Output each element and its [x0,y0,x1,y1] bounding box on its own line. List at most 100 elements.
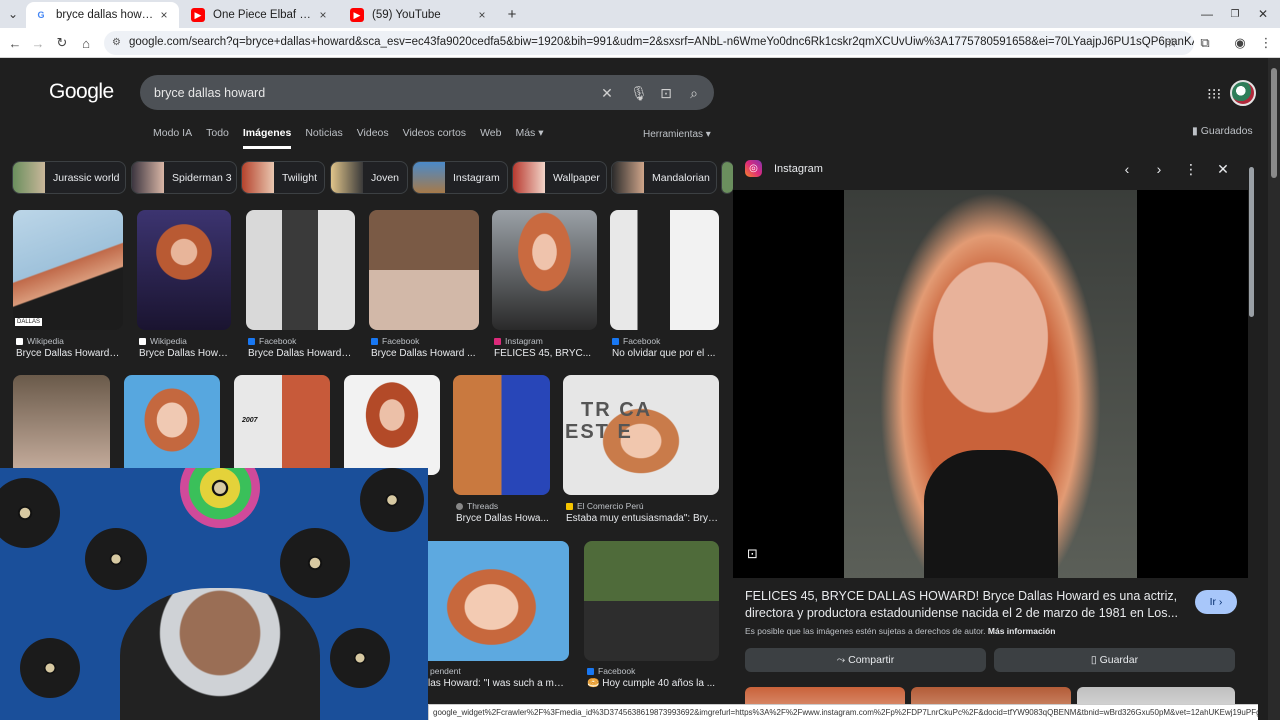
close-panel-icon[interactable]: ✕ [1214,160,1232,178]
tab-google-search[interactable]: G bryce dallas howard - Buscar co × [26,2,179,28]
close-tab-icon[interactable]: × [157,8,171,22]
chip-wallpaper[interactable]: Wallpaper [512,161,607,194]
result-title[interactable]: 🥯 Hoy cumple 40 años la ... [587,678,719,689]
result-image[interactable] [246,210,355,330]
panel-source[interactable]: Instagram [774,163,823,175]
bookmark-star-icon[interactable]: ☆ [1163,34,1181,52]
chip-instagram[interactable]: Instagram [412,161,508,194]
chip-jurassic-world[interactable]: Jurassic world [12,161,126,194]
scroll-thumb[interactable] [1271,68,1277,178]
vinyl-record-decoration [330,628,390,688]
tab-todo[interactable]: Todo [206,127,229,149]
clear-icon[interactable]: ✕ [598,84,616,102]
chip-label: Jurassic world [53,171,120,184]
visit-button[interactable]: Ir › [1195,590,1237,614]
result-title[interactable]: FELICES 45, BRYC... [494,348,594,359]
result-image[interactable] [344,375,440,475]
chip-label: Wallpaper [553,171,600,184]
tab-videos[interactable]: Videos [357,127,389,149]
result-image[interactable]: TR CA EST E [563,375,719,495]
panel-scrollbar[interactable] [1248,152,1256,720]
source-label: Wikipedia [150,336,187,346]
result-image[interactable] [137,210,231,330]
restore-icon[interactable]: ❐ [1226,5,1244,23]
result-image[interactable] [428,541,569,661]
new-tab-button[interactable]: + [503,5,521,23]
extensions-icon[interactable]: ⧉ [1196,34,1214,52]
account-avatar[interactable] [1230,80,1256,106]
black-top [924,450,1058,578]
reload-icon[interactable]: ↻ [53,34,71,52]
result-image[interactable] [13,375,110,475]
result-image[interactable] [453,375,550,495]
result-title[interactable]: Bryce Dallas Howa... [139,348,231,359]
more-info-link[interactable]: Más información [988,626,1056,636]
result-image[interactable] [124,375,220,475]
more-options-icon[interactable]: ⋮ [1182,160,1200,178]
previous-icon[interactable]: ‹ [1118,160,1136,178]
chip-twilight[interactable]: Twilight [241,161,325,194]
chip-overflow[interactable] [721,161,733,194]
saved-button[interactable]: ▮ Guardados [1192,125,1253,137]
result-image[interactable] [584,541,719,661]
result-image[interactable]: DALLAS [13,210,123,330]
back-icon[interactable]: ← [6,34,24,52]
chip-thumbnail [612,162,644,193]
chip-spiderman-3[interactable]: Spiderman 3 [131,161,237,194]
tab-web[interactable]: Web [480,127,501,149]
tab-imagenes[interactable]: Imágenes [242,127,292,149]
tab-mas[interactable]: Más ▾ [515,127,543,149]
home-icon[interactable]: ⌂ [77,34,95,52]
tab-videos-cortos[interactable]: Videos cortos [403,127,466,149]
vinyl-record-decoration [20,638,80,698]
panel-scroll-thumb[interactable] [1249,167,1254,317]
result-image[interactable] [492,210,597,330]
result-title[interactable]: Bryce Dallas Howard ... [16,348,120,359]
tab-search-icon[interactable]: ⌄ [4,5,22,23]
search-icon[interactable]: ⌕ [685,84,703,102]
lens-search-icon[interactable]: ⊡ [747,546,763,562]
preview-title[interactable]: FELICES 45, BRYCE DALLAS HOWARD! Bryce D… [745,588,1185,622]
close-tab-icon[interactable]: × [475,8,489,22]
close-tab-icon[interactable]: × [316,8,330,22]
forward-icon[interactable]: → [29,34,47,52]
result-image[interactable]: 2007 [234,375,330,475]
search-box: ✕ 🎙 ⊡ ⌕ [140,75,714,110]
tools-button[interactable]: Herramientas ▾ [643,129,711,140]
google-logo[interactable]: Google [49,80,114,104]
microphone-icon[interactable]: 🎙 [630,84,648,102]
result-title[interactable]: Estaba muy entusiasmada": Bryc... [566,513,718,524]
profile-icon[interactable]: ◉ [1231,34,1249,52]
result-title[interactable]: Bryce Dallas Howard ... [248,348,352,359]
result-image[interactable] [369,210,479,330]
lens-camera-icon[interactable]: ⊡ [657,84,675,102]
next-icon[interactable]: › [1150,160,1168,178]
result-image[interactable] [610,210,719,330]
tab-title: bryce dallas howard - Buscar co [56,9,157,21]
menu-kebab-icon[interactable]: ⋮ [1257,34,1275,52]
chip-joven[interactable]: Joven [330,161,408,194]
tab-modo-ia[interactable]: Modo IA [153,127,192,149]
chip-thumbnail [722,162,733,193]
tab-noticias[interactable]: Noticias [305,127,342,149]
chip-mandalorian[interactable]: Mandalorian [611,161,717,194]
share-button[interactable]: ⤳ Compartir [745,648,986,672]
apps-grid-icon[interactable]: ⁝⁝⁝ [1207,85,1221,103]
result-title[interactable]: Bryce Dallas Howa... [456,513,550,524]
search-input[interactable] [154,84,594,102]
save-button[interactable]: ▯ Guardar [994,648,1235,672]
minimize-icon[interactable]: — [1198,5,1216,23]
result-title[interactable]: las Howard: "I was such a mes... [428,678,568,689]
notice-text: Es posible que las imágenes estén sujeta… [745,626,986,636]
result-title[interactable]: No olvidar que por el ... [612,348,718,359]
address-bar[interactable]: ⚙ google.com/search?q=bryce+dallas+howar… [104,31,1194,55]
close-window-icon[interactable]: ✕ [1254,5,1272,23]
site-info-icon[interactable]: ⚙ [112,37,124,49]
estate-backdrop-text: EST E [565,421,633,443]
result-title[interactable]: Bryce Dallas Howard ... [371,348,477,359]
tab-youtube[interactable]: ▶ (59) YouTube × [342,2,497,28]
tab-one-piece[interactable]: ▶ One Piece Elbaf Mural Reveale × [183,2,338,28]
page-scrollbar[interactable] [1268,58,1280,720]
source-label: Wikipedia [27,336,64,346]
preview-image[interactable]: ⊡ [733,190,1248,578]
